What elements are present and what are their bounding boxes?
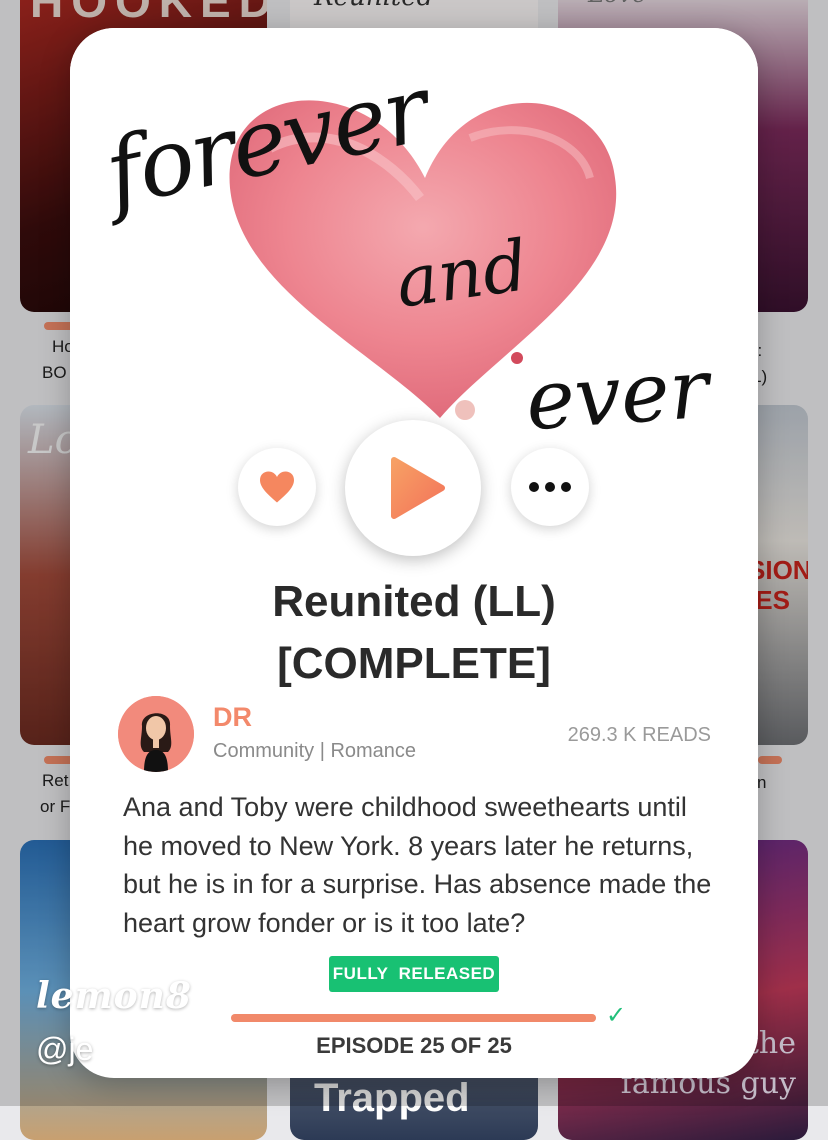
more-options-button[interactable] (511, 448, 589, 526)
story-title-line1: Reunited (LL) (272, 577, 556, 626)
lemon8-logo: lemon8 (36, 975, 192, 1017)
watermark-handle: @je (36, 1031, 94, 1067)
author-genre: Community | Romance (213, 740, 417, 762)
story-detail-modal: forever and ever Reunited (LL) [COMPLETE… (70, 28, 758, 1078)
avatar-illustration (118, 696, 194, 772)
more-dots-icon (529, 482, 571, 492)
status-badge: FULLY RELEASED (329, 956, 499, 992)
author-avatar[interactable] (118, 696, 194, 772)
like-button[interactable] (238, 448, 316, 526)
story-title-line2: [COMPLETE] (277, 639, 551, 688)
episode-progress-fill (231, 1014, 596, 1022)
lemon8-watermark: lemon8 @je (36, 975, 192, 1068)
cover-art: forever and ever (70, 28, 758, 488)
play-button[interactable] (345, 420, 481, 556)
story-description: Ana and Toby were childhood sweethearts … (123, 792, 712, 938)
play-icon (391, 457, 445, 519)
heart-icon (260, 471, 294, 503)
author-name[interactable]: DR (213, 702, 252, 733)
episode-progress-bar (231, 1014, 596, 1022)
check-icon: ✓ (606, 1002, 627, 1029)
reads-count: 269.3 K READS (567, 724, 711, 746)
action-buttons (70, 420, 758, 560)
story-title: Reunited (LL) [COMPLETE] (70, 571, 758, 695)
